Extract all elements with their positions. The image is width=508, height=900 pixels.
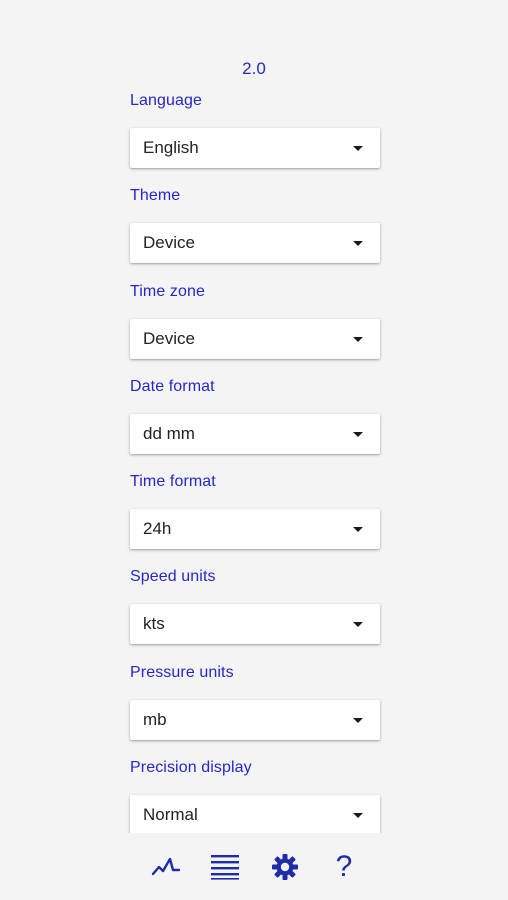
setting-date-format: Date format dd mm: [130, 374, 380, 469]
caret-down-icon: [353, 241, 363, 247]
caret-down-icon: [353, 527, 363, 533]
settings-list: Language English Theme Device Time zone …: [130, 88, 380, 833]
speed-units-select-value: kts: [143, 614, 165, 634]
list-icon: [211, 855, 239, 880]
pressure-units-select[interactable]: mb: [130, 699, 380, 740]
time-format-select-value: 24h: [143, 519, 172, 539]
setting-theme: Theme Device: [130, 183, 380, 278]
setting-label-pressure-units: Pressure units: [130, 663, 234, 681]
language-select[interactable]: English: [130, 128, 380, 168]
setting-label-time-format: Time format: [130, 473, 216, 491]
setting-language: Language English: [130, 88, 380, 183]
precision-display-select-value: Normal: [143, 805, 198, 825]
settings-screen: 2.0 Language English Theme Device Time z…: [0, 0, 508, 900]
date-format-select[interactable]: dd mm: [130, 413, 380, 454]
nav-settings-button[interactable]: [265, 847, 305, 887]
theme-select[interactable]: Device: [130, 223, 380, 264]
caret-down-icon: [353, 813, 363, 819]
time-zone-select[interactable]: Device: [130, 318, 380, 359]
setting-label-theme: Theme: [130, 187, 181, 205]
caret-down-icon: [353, 146, 363, 151]
nav-help-button[interactable]: ?: [324, 847, 364, 887]
setting-label-date-format: Date format: [130, 377, 215, 395]
settings-scroll-area[interactable]: 2.0 Language English Theme Device Time z…: [0, 0, 508, 833]
nav-chart-button[interactable]: [146, 847, 186, 887]
caret-down-icon: [353, 622, 363, 628]
caret-down-icon: [353, 336, 363, 342]
setting-label-time-zone: Time zone: [130, 282, 206, 300]
setting-label-language: Language: [130, 92, 202, 109]
date-format-select-value: dd mm: [143, 423, 195, 443]
chart-line-icon: [151, 857, 181, 876]
setting-label-precision-display: Precision display: [130, 759, 252, 777]
time-zone-select-value: Device: [143, 328, 195, 348]
help-icon: ?: [335, 850, 353, 883]
setting-speed-units: Speed units kts: [130, 564, 380, 659]
language-select-value: English: [143, 138, 199, 157]
setting-pressure-units: Pressure units mb: [130, 660, 380, 755]
nav-list-button[interactable]: [205, 847, 245, 887]
precision-display-select[interactable]: Normal: [130, 795, 380, 833]
speed-units-select[interactable]: kts: [130, 604, 380, 645]
time-format-select[interactable]: 24h: [130, 509, 380, 550]
caret-down-icon: [353, 717, 363, 723]
pressure-units-select-value: mb: [143, 709, 167, 729]
gear-icon: [272, 854, 298, 880]
setting-time-zone: Time zone Device: [130, 279, 380, 374]
bottom-nav: ?: [0, 833, 508, 900]
setting-time-format: Time format 24h: [130, 469, 380, 564]
setting-precision-display: Precision display Normal: [130, 755, 380, 833]
setting-label-speed-units: Speed units: [130, 568, 216, 586]
caret-down-icon: [353, 431, 363, 437]
app-version: 2.0: [242, 59, 266, 78]
theme-select-value: Device: [143, 233, 195, 253]
